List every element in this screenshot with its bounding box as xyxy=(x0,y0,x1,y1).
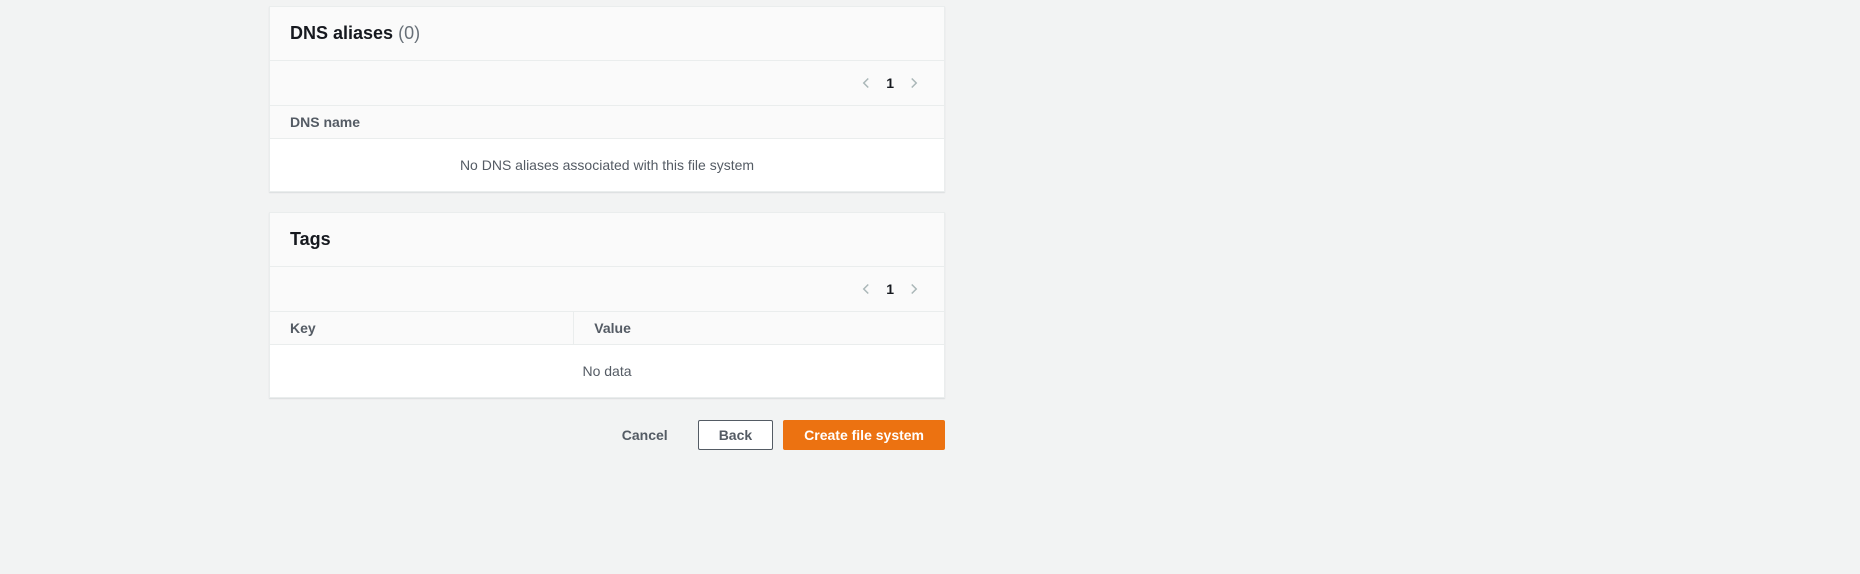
dns-aliases-table-header: DNS name xyxy=(270,106,944,139)
tags-pagination-bar: 1 xyxy=(270,267,944,312)
tags-header: Tags xyxy=(270,213,944,267)
pagination-prev-button[interactable] xyxy=(856,73,876,93)
tags-table-header: Key Value xyxy=(270,312,944,345)
footer-actions: Cancel Back Create file system xyxy=(269,418,945,470)
dns-name-column-header: DNS name xyxy=(270,106,944,138)
tags-title: Tags xyxy=(290,229,331,249)
dns-aliases-empty-message: No DNS aliases associated with this file… xyxy=(270,139,944,191)
pagination-next-button[interactable] xyxy=(904,73,924,93)
dns-aliases-header: DNS aliases (0) xyxy=(270,7,944,61)
key-column-header: Key xyxy=(270,312,573,344)
pagination-next-button[interactable] xyxy=(904,279,924,299)
dns-aliases-title: DNS aliases (0) xyxy=(290,23,420,43)
pagination-current-page: 1 xyxy=(886,75,894,91)
tags-panel: Tags 1 Key Value No data xyxy=(269,212,945,398)
dns-aliases-panel: DNS aliases (0) 1 DNS name No DNS aliase… xyxy=(269,6,945,192)
back-button[interactable]: Back xyxy=(698,420,773,450)
tags-empty-message: No data xyxy=(270,345,944,397)
dns-aliases-count: (0) xyxy=(398,23,420,43)
value-column-header: Value xyxy=(573,312,944,344)
dns-aliases-title-text: DNS aliases xyxy=(290,23,393,43)
chevron-right-icon xyxy=(908,283,920,295)
dns-aliases-pagination-bar: 1 xyxy=(270,61,944,106)
chevron-left-icon xyxy=(860,77,872,89)
create-file-system-button[interactable]: Create file system xyxy=(783,420,945,450)
chevron-left-icon xyxy=(860,283,872,295)
dns-aliases-pagination: 1 xyxy=(856,73,924,93)
pagination-prev-button[interactable] xyxy=(856,279,876,299)
chevron-right-icon xyxy=(908,77,920,89)
pagination-current-page: 1 xyxy=(886,281,894,297)
cancel-button[interactable]: Cancel xyxy=(602,421,688,449)
tags-pagination: 1 xyxy=(856,279,924,299)
